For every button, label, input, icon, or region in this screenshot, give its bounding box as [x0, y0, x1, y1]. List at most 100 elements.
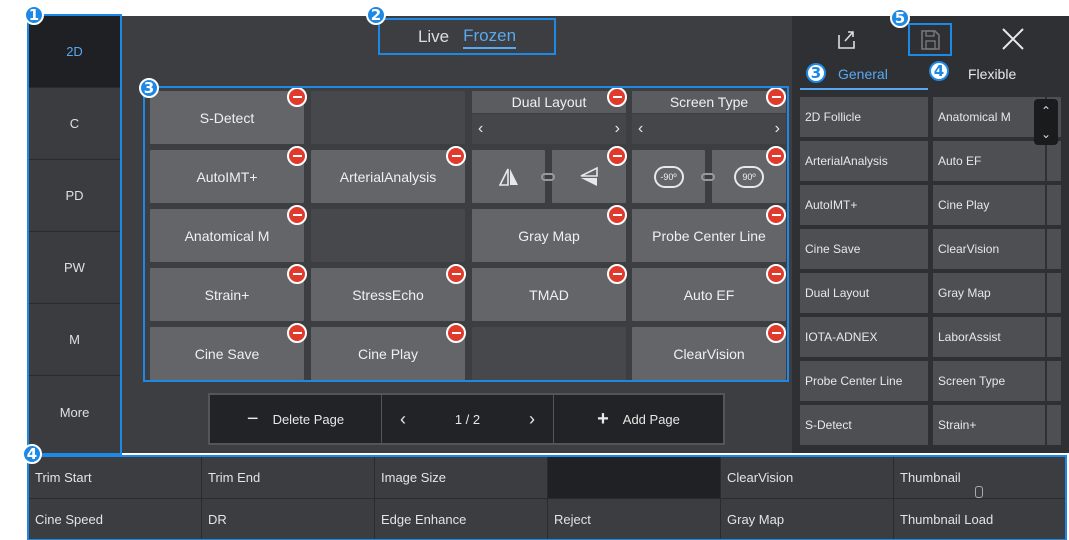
- remove-stressecho-button[interactable]: [446, 264, 466, 284]
- list-scroll-control[interactable]: ⌃ ⌄: [1034, 99, 1058, 145]
- tile-cine-play[interactable]: Cine Play: [311, 327, 465, 380]
- remove-rotate-button[interactable]: [766, 146, 786, 166]
- remove-s-detect-button[interactable]: [287, 87, 307, 107]
- remove-auto-ef-button[interactable]: [766, 264, 786, 284]
- remove-cine-save-button[interactable]: [287, 323, 307, 343]
- bottom-function-button[interactable]: Cine Speed: [29, 499, 202, 540]
- export-icon[interactable]: [835, 27, 859, 51]
- delete-page-button[interactable]: − Delete Page: [210, 395, 382, 443]
- add-page-button[interactable]: + Add Page: [554, 395, 723, 443]
- list-item[interactable]: Gray Map: [933, 273, 1045, 313]
- chevron-up-icon[interactable]: ⌃: [1041, 104, 1051, 118]
- tile-auto-ef[interactable]: Auto EF: [632, 268, 786, 321]
- remove-anatomical-m-button[interactable]: [287, 205, 307, 225]
- remove-strain-button[interactable]: [287, 264, 307, 284]
- list-item[interactable]: Cine Save: [800, 229, 928, 269]
- bottom-function-button[interactable]: Reject: [548, 499, 721, 540]
- mode-more[interactable]: More: [29, 376, 120, 448]
- screen-type-spinner: ‹ ›: [632, 114, 786, 144]
- flip-horizontal-button[interactable]: [472, 150, 545, 203]
- list-item[interactable]: S-Detect: [800, 405, 928, 445]
- remove-probe-center-line-button[interactable]: [766, 205, 786, 225]
- list-item[interactable]: Probe Center Line: [800, 361, 928, 401]
- tile-s-detect[interactable]: S-Detect: [150, 91, 304, 144]
- link-icon: [975, 486, 983, 498]
- mode-c[interactable]: C: [29, 88, 120, 160]
- remove-screen-type-button[interactable]: [766, 87, 786, 107]
- list-item[interactable]: AutoIMT+: [800, 185, 928, 225]
- tile-anatomical-m[interactable]: Anatomical M: [150, 209, 304, 262]
- list-item-overflow: [1047, 229, 1061, 269]
- remove-clearvision-button[interactable]: [766, 323, 786, 343]
- list-item[interactable]: Auto EF: [933, 141, 1045, 181]
- chevron-left-icon[interactable]: ‹: [478, 120, 483, 138]
- tab-general[interactable]: General: [838, 66, 888, 82]
- next-page-icon[interactable]: ›: [529, 409, 535, 430]
- tile-gray-map[interactable]: Gray Map: [472, 209, 626, 262]
- chevron-left-icon[interactable]: ‹: [638, 120, 643, 138]
- chevron-right-icon[interactable]: ›: [775, 120, 780, 138]
- list-item[interactable]: Strain+: [933, 405, 1045, 445]
- tile-clearvision[interactable]: ClearVision: [632, 327, 786, 380]
- tile-empty[interactable]: [311, 91, 465, 144]
- dual-layout-spinner: ‹ ›: [472, 114, 626, 144]
- bottom-function-button[interactable]: DR: [202, 499, 375, 540]
- tile-empty[interactable]: [311, 209, 465, 262]
- prev-page-icon[interactable]: ‹: [400, 409, 406, 430]
- tile-empty[interactable]: [472, 327, 626, 380]
- frozen-option[interactable]: Frozen: [463, 25, 517, 49]
- remove-arterial-analysis-button[interactable]: [446, 146, 466, 166]
- bottom-function-button[interactable]: ClearVision: [721, 457, 894, 499]
- tile-probe-center-line[interactable]: Probe Center Line: [632, 209, 786, 262]
- tile-autoimt[interactable]: AutoIMT+: [150, 150, 304, 203]
- tile-strain[interactable]: Strain+: [150, 268, 304, 321]
- list-item[interactable]: Cine Play: [933, 185, 1045, 225]
- bottom-function-button[interactable]: Trim End: [202, 457, 375, 499]
- remove-gray-map-button[interactable]: [607, 205, 627, 225]
- bottom-function-button[interactable]: Gray Map: [721, 499, 894, 540]
- mode-m[interactable]: M: [29, 304, 120, 376]
- add-page-label: Add Page: [622, 411, 680, 427]
- list-item[interactable]: LaborAssist: [933, 317, 1045, 357]
- rotate-right-icon: 90º: [734, 165, 764, 188]
- rotate-left-button[interactable]: -90º: [632, 150, 705, 203]
- bottom-function-button[interactable]: Image Size: [375, 457, 548, 499]
- remove-flip-button[interactable]: [607, 146, 627, 166]
- remove-dual-layout-button[interactable]: [607, 87, 627, 107]
- callout-marker-3: 3: [139, 78, 159, 98]
- tile-arterial-analysis[interactable]: ArterialAnalysis: [311, 150, 465, 203]
- list-item[interactable]: Dual Layout: [800, 273, 928, 313]
- list-item-overflow: [1047, 317, 1061, 357]
- callout-marker-5: 5: [890, 8, 910, 28]
- tile-tmad[interactable]: TMAD: [472, 268, 626, 321]
- list-item[interactable]: ClearVision: [933, 229, 1045, 269]
- mode-pw[interactable]: PW: [29, 232, 120, 304]
- chevron-right-icon[interactable]: ›: [615, 120, 620, 138]
- list-item[interactable]: 2D Follicle: [800, 97, 928, 137]
- callout-marker-4: 4: [22, 444, 42, 464]
- list-item[interactable]: Anatomical M: [933, 97, 1045, 137]
- mode-column: 2D C PD PW M More: [29, 16, 120, 453]
- remove-cine-play-button[interactable]: [446, 323, 466, 343]
- list-item[interactable]: Screen Type: [933, 361, 1045, 401]
- list-item[interactable]: ArterialAnalysis: [800, 141, 928, 181]
- tab-flexible[interactable]: Flexible: [968, 66, 1016, 82]
- mode-pd[interactable]: PD: [29, 160, 120, 232]
- bottom-function-button[interactable]: Edge Enhance: [375, 499, 548, 540]
- list-item[interactable]: IOTA-ADNEX: [800, 317, 928, 357]
- callout-marker-1: 1: [24, 5, 44, 25]
- close-icon[interactable]: [1000, 26, 1026, 52]
- mode-2d[interactable]: 2D: [29, 16, 120, 88]
- live-option[interactable]: Live: [418, 27, 449, 47]
- remove-tmad-button[interactable]: [607, 264, 627, 284]
- tile-stressecho[interactable]: StressEcho: [311, 268, 465, 321]
- save-icon[interactable]: [918, 28, 942, 52]
- remove-autoimt-button[interactable]: [287, 146, 307, 166]
- delete-page-label: Delete Page: [272, 411, 345, 427]
- flip-vertical-icon: [580, 166, 598, 186]
- bottom-function-button[interactable]: Thumbnail Load: [894, 499, 1066, 540]
- chevron-down-icon[interactable]: ⌄: [1041, 127, 1051, 141]
- tile-cine-save[interactable]: Cine Save: [150, 327, 304, 380]
- bottom-function-button[interactable]: Trim Start: [29, 457, 202, 499]
- bottom-function-button[interactable]: [548, 457, 721, 499]
